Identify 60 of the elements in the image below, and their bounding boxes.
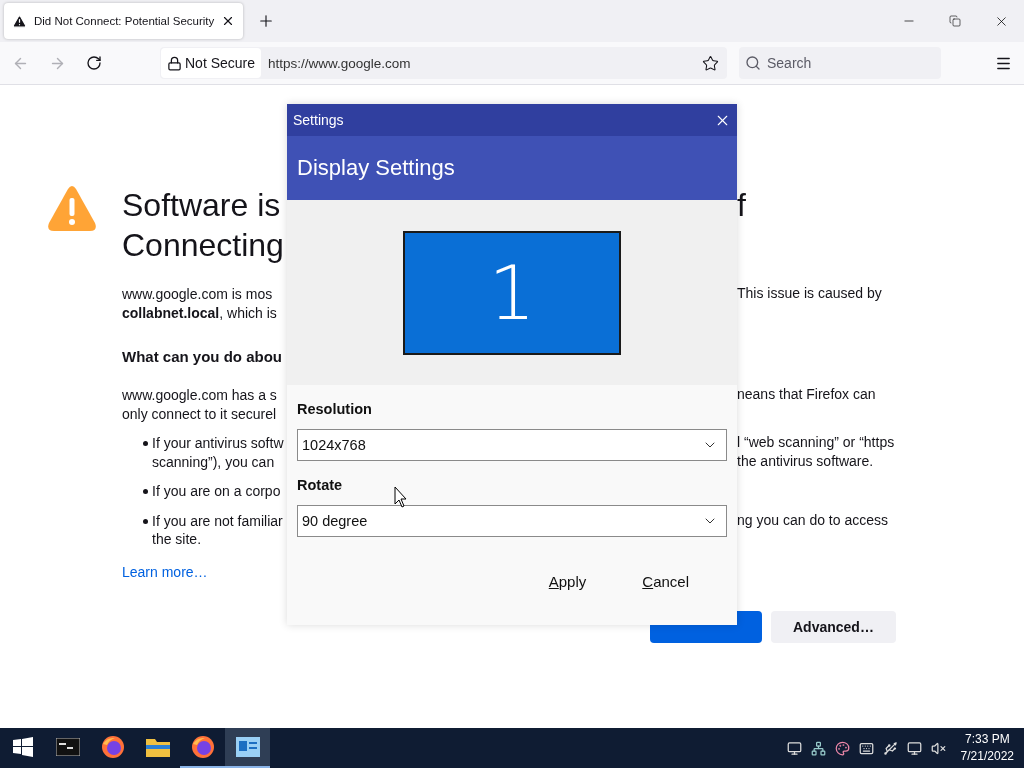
monitor-icon[interactable] (906, 740, 922, 756)
body-text: l “web scanning” or “https (737, 434, 896, 452)
volume-muted-icon[interactable] (930, 740, 946, 756)
body-text: www.google.com has a s (122, 387, 277, 405)
clock-time[interactable]: 7:33 PM (964, 731, 1010, 748)
warning-icon (47, 185, 97, 233)
terminal-icon (55, 738, 80, 756)
dropdown[interactable]: 1024x768 (297, 429, 727, 461)
body-text: only connect to it securel (122, 405, 277, 423)
address-bar[interactable]: Not Secure https://www.google.com (160, 47, 727, 79)
field-label: Resolution (297, 401, 373, 417)
search-icon (745, 55, 761, 71)
browser-icon (100, 735, 125, 759)
browser-tab[interactable]: Did Not Connect: Potential Security (4, 3, 244, 39)
field-label: Rotate (297, 477, 344, 493)
bullet-icon (143, 489, 148, 494)
monitor-icon[interactable] (786, 740, 802, 756)
body-text: This issue is caused by (737, 285, 883, 303)
warning-icon (12, 13, 27, 29)
clock-date[interactable]: 7/21/2022 (960, 748, 1014, 765)
advanced-button[interactable]: Advanced… (771, 611, 896, 643)
monitor-preview[interactable]: 1 (403, 230, 621, 355)
body-text: If your antivirus softw (152, 435, 284, 453)
section-heading: What can you do abou (122, 348, 282, 366)
bullet-icon (143, 518, 148, 524)
body-text: ng you can do to access (737, 511, 889, 530)
apply-button[interactable]: Apply (548, 573, 587, 590)
dialog-title: Settings (293, 112, 344, 128)
star-icon[interactable] (702, 54, 719, 72)
body-text: If you are not familiar (152, 512, 283, 530)
learn-more-link[interactable]: Learn more… (122, 563, 208, 581)
tab-title: Did Not Connect: Potential Security (34, 15, 215, 27)
usb-icon[interactable] (882, 740, 898, 756)
page-heading: f (737, 186, 747, 225)
dialog-header: Display Settings (287, 136, 737, 200)
network-icon[interactable] (810, 740, 826, 756)
cancel-button[interactable]: Cancel (642, 573, 689, 590)
body-text: www.google.com is mos (122, 286, 273, 304)
taskbar-app[interactable] (225, 728, 270, 768)
body-text: scanning”), you can (152, 453, 275, 471)
body-text: the site. (152, 531, 202, 549)
windows-logo-icon (12, 737, 33, 757)
mouse-cursor-icon (394, 486, 408, 508)
browser-icon (190, 735, 215, 759)
body-text: neans that Firefox can (737, 386, 877, 404)
display-settings-icon (235, 737, 260, 757)
security-indicator[interactable]: Not Secure (161, 48, 262, 78)
page-heading: Software is (122, 186, 281, 225)
body-text: If you are on a corpo (152, 483, 281, 501)
body-text: the antivirus software. (737, 452, 875, 471)
search-field[interactable]: Search (739, 47, 941, 79)
dropdown[interactable]: 90 degree (297, 505, 727, 537)
palette-icon[interactable] (834, 740, 850, 756)
folder-icon (145, 737, 170, 757)
keyboard-icon[interactable] (858, 740, 874, 756)
page-heading: Connecting (122, 226, 284, 265)
bullet-icon (143, 441, 148, 446)
url-text: https://www.google.com (268, 55, 412, 71)
reload-icon[interactable] (86, 55, 102, 71)
body-text: collabnet.local, which is (122, 304, 277, 322)
